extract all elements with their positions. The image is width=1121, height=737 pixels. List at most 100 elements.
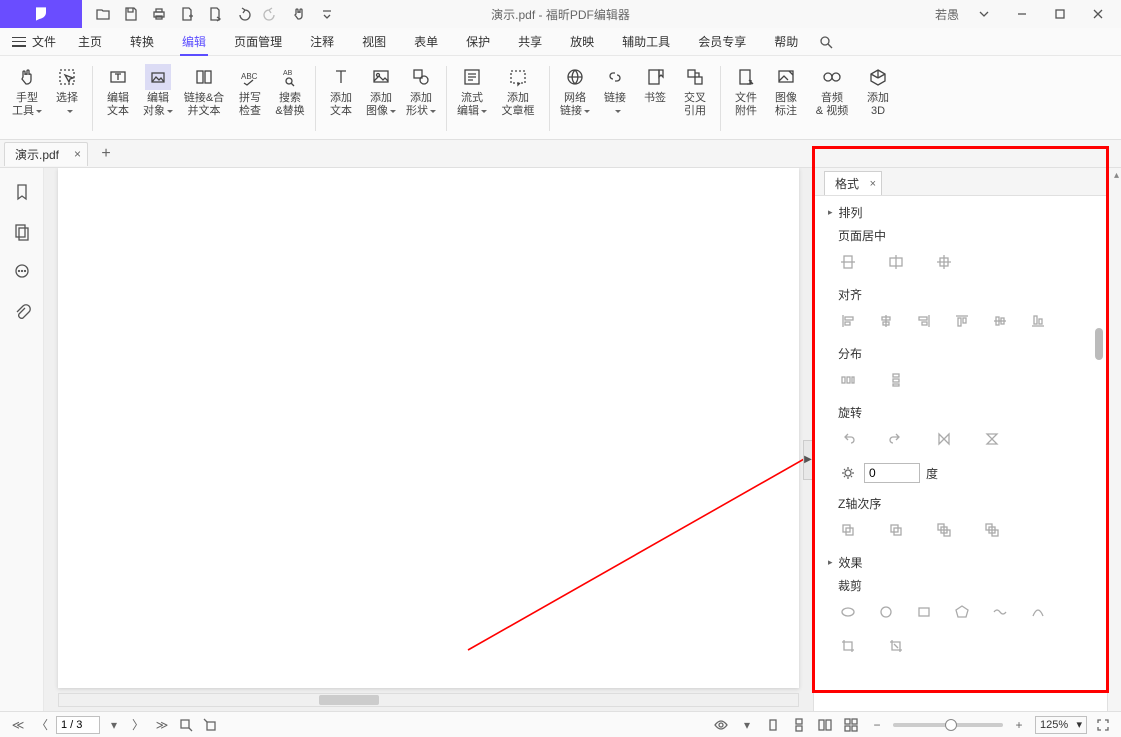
file-menu[interactable]: 文件 bbox=[12, 33, 56, 50]
save-icon[interactable] bbox=[118, 3, 144, 25]
flip-horizontal-icon[interactable] bbox=[934, 429, 954, 449]
rotate-right-icon[interactable] bbox=[886, 429, 906, 449]
page-dropdown-icon[interactable]: ▾ bbox=[104, 715, 124, 735]
crop-free-icon[interactable] bbox=[886, 636, 906, 656]
file-attachment-button[interactable]: 文件附件 bbox=[727, 62, 765, 118]
minimize-button[interactable] bbox=[1005, 2, 1039, 26]
close-button[interactable] bbox=[1081, 2, 1115, 26]
menu-help[interactable]: 帮助 bbox=[760, 28, 812, 56]
add-shape-button[interactable]: 添加形状 bbox=[402, 62, 440, 118]
align-bottom-icon[interactable] bbox=[1028, 311, 1048, 331]
rotate-left-icon[interactable] bbox=[838, 429, 858, 449]
next-page-button[interactable]: 〉 bbox=[128, 715, 148, 735]
bring-forward-icon[interactable] bbox=[934, 520, 954, 540]
doc-plus-icon[interactable] bbox=[174, 3, 200, 25]
facing-icon[interactable] bbox=[815, 715, 835, 735]
pages-panel-icon[interactable] bbox=[10, 220, 34, 244]
link-button[interactable]: 链接 bbox=[596, 62, 634, 118]
hand-dropdown-icon[interactable] bbox=[286, 3, 312, 25]
menu-vip[interactable]: 会员专享 bbox=[684, 28, 760, 56]
flow-edit-button[interactable]: 流式编辑 bbox=[453, 62, 491, 118]
menu-comment[interactable]: 注释 bbox=[296, 28, 348, 56]
arrange-section-header[interactable]: ▸排列 bbox=[828, 204, 1093, 221]
menu-accessibility[interactable]: 辅助工具 bbox=[608, 28, 684, 56]
crop-curve-icon[interactable] bbox=[1028, 602, 1048, 622]
edit-object-button[interactable]: 编辑对象 bbox=[139, 62, 177, 118]
document-canvas[interactable] bbox=[44, 168, 813, 711]
send-backward-icon[interactable] bbox=[982, 520, 1002, 540]
horizontal-scrollbar[interactable] bbox=[58, 693, 799, 707]
menu-home[interactable]: 主页 bbox=[64, 28, 116, 56]
bookmarks-panel-icon[interactable] bbox=[10, 180, 34, 204]
nav-back-button[interactable] bbox=[176, 715, 196, 735]
align-left-icon[interactable] bbox=[838, 311, 858, 331]
crop-pentagon-icon[interactable] bbox=[952, 602, 972, 622]
panel-scrollbar[interactable] bbox=[1095, 328, 1103, 360]
document-tab[interactable]: 演示.pdf × bbox=[4, 142, 88, 166]
crop-circle-icon[interactable] bbox=[876, 602, 896, 622]
prev-page-button[interactable]: 〈 bbox=[32, 715, 52, 735]
audio-video-button[interactable]: 音频& 视频 bbox=[807, 62, 857, 118]
nav-forward-button[interactable] bbox=[200, 715, 220, 735]
view-dropdown-icon[interactable]: ▾ bbox=[737, 715, 757, 735]
add-3d-button[interactable]: 添加3D bbox=[859, 62, 897, 118]
menu-edit[interactable]: 编辑 bbox=[168, 28, 220, 56]
search-replace-button[interactable]: AB 搜索&替换 bbox=[271, 62, 309, 118]
distribute-vertical-icon[interactable] bbox=[886, 370, 906, 390]
maximize-button[interactable] bbox=[1043, 2, 1077, 26]
fullscreen-button[interactable] bbox=[1093, 715, 1113, 735]
flip-vertical-icon[interactable] bbox=[982, 429, 1002, 449]
center-vertical-icon[interactable] bbox=[886, 252, 906, 272]
continuous-icon[interactable] bbox=[789, 715, 809, 735]
qat-dropdown-icon[interactable] bbox=[314, 3, 340, 25]
user-dropdown-icon[interactable] bbox=[967, 2, 1001, 26]
add-text-button[interactable]: 添加文本 bbox=[322, 62, 360, 118]
add-tab-button[interactable]: + bbox=[94, 142, 118, 166]
bring-front-icon[interactable] bbox=[838, 520, 858, 540]
add-image-button[interactable]: 添加图像 bbox=[362, 62, 400, 118]
first-page-button[interactable]: ≪ bbox=[8, 715, 28, 735]
undo-icon[interactable] bbox=[230, 3, 256, 25]
close-tab-icon[interactable]: × bbox=[74, 147, 81, 161]
format-tab[interactable]: 格式 × bbox=[824, 171, 882, 195]
rotate-angle-input[interactable] bbox=[864, 463, 920, 483]
align-right-icon[interactable] bbox=[914, 311, 934, 331]
zoom-slider[interactable] bbox=[893, 723, 1003, 727]
search-icon[interactable] bbox=[812, 28, 840, 56]
last-page-button[interactable]: ≫ bbox=[152, 715, 172, 735]
open-icon[interactable] bbox=[90, 3, 116, 25]
web-link-button[interactable]: 网络链接 bbox=[556, 62, 594, 118]
print-icon[interactable] bbox=[146, 3, 172, 25]
user-name[interactable]: 若愚 bbox=[935, 6, 959, 23]
send-back-icon[interactable] bbox=[886, 520, 906, 540]
page-number-input[interactable] bbox=[56, 716, 100, 734]
zoom-value[interactable]: 125%▾ bbox=[1035, 716, 1087, 734]
menu-form[interactable]: 表单 bbox=[400, 28, 452, 56]
menu-protect[interactable]: 保护 bbox=[452, 28, 504, 56]
distribute-horizontal-icon[interactable] bbox=[838, 370, 858, 390]
redo-icon[interactable] bbox=[258, 3, 284, 25]
align-middle-icon[interactable] bbox=[990, 311, 1010, 331]
comments-panel-icon[interactable] bbox=[10, 260, 34, 284]
cross-reference-button[interactable]: 交叉引用 bbox=[676, 62, 714, 118]
link-merge-text-button[interactable]: 链接&合并文本 bbox=[179, 62, 229, 118]
crop-tool-icon[interactable] bbox=[838, 636, 858, 656]
page-view[interactable] bbox=[58, 168, 799, 688]
effect-section-header[interactable]: ▸效果 bbox=[828, 554, 1093, 571]
scroll-up-icon[interactable]: ▴ bbox=[1114, 170, 1119, 181]
close-panel-icon[interactable]: × bbox=[870, 178, 876, 190]
image-annotation-button[interactable]: 图像标注 bbox=[767, 62, 805, 118]
single-page-icon[interactable] bbox=[763, 715, 783, 735]
menu-share[interactable]: 共享 bbox=[504, 28, 556, 56]
zoom-out-button[interactable]: − bbox=[867, 715, 887, 735]
menu-convert[interactable]: 转换 bbox=[116, 28, 168, 56]
crop-rect-icon[interactable] bbox=[914, 602, 934, 622]
center-both-icon[interactable] bbox=[934, 252, 954, 272]
hand-tool-button[interactable]: 手型工具 bbox=[8, 62, 46, 118]
facing-continuous-icon[interactable] bbox=[841, 715, 861, 735]
menu-view[interactable]: 视图 bbox=[348, 28, 400, 56]
align-top-icon[interactable] bbox=[952, 311, 972, 331]
rotate-gear-icon[interactable] bbox=[838, 463, 858, 483]
menu-page-manage[interactable]: 页面管理 bbox=[220, 28, 296, 56]
edit-text-button[interactable]: 编辑文本 bbox=[99, 62, 137, 118]
